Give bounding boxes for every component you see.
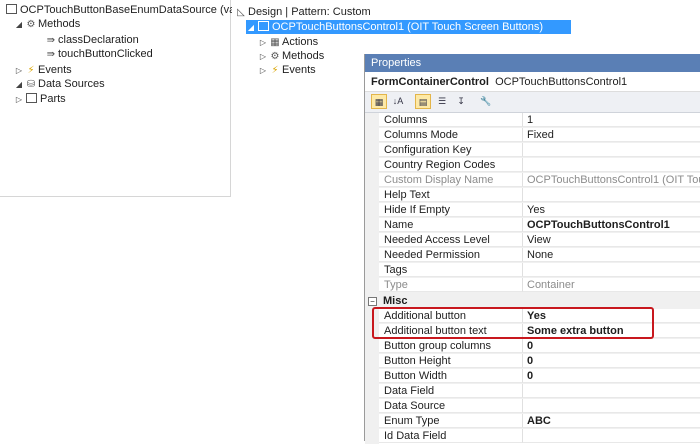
tree-node-design[interactable]: ◺ Design | Pattern: Custom xyxy=(234,5,371,19)
property-row[interactable]: Button group columns 0 xyxy=(365,339,700,354)
property-row[interactable]: Id Data Field xyxy=(365,429,700,444)
expanded-arrow-icon[interactable]: ◢ xyxy=(14,18,24,32)
data-source-tree: OCPTouchButtonBaseEnumDataSource (var) ◢… xyxy=(0,0,243,197)
parts-icon xyxy=(26,93,37,103)
tree-node-classdeclaration[interactable]: ⇛ classDeclaration xyxy=(44,33,139,47)
method-icon: ⇛ xyxy=(46,49,56,60)
property-row[interactable]: Configuration Key xyxy=(365,143,700,158)
property-row[interactable]: Tags xyxy=(365,263,700,278)
expanded-arrow-icon[interactable]: ◢ xyxy=(14,78,24,92)
tree-node-mid-events[interactable]: ▷ ⚡ Events xyxy=(258,63,316,77)
control-icon xyxy=(258,21,269,31)
property-row[interactable]: Name OCPTouchButtonsControl1 xyxy=(365,218,700,233)
actions-icon: ▦ xyxy=(270,37,280,48)
category-misc[interactable]: − Misc xyxy=(365,294,700,308)
categorized-icon[interactable]: ▦ xyxy=(371,94,387,109)
list-icon[interactable]: ☰ xyxy=(434,94,450,109)
database-icon: ⛁ xyxy=(26,79,36,90)
lightning-icon: ⚡ xyxy=(271,65,279,76)
tree-node-root[interactable]: OCPTouchButtonBaseEnumDataSource (var) xyxy=(4,3,243,17)
methods-icon: ⚙ xyxy=(26,19,36,30)
tree-node-methods[interactable]: ◢ ⚙ Methods xyxy=(14,17,80,31)
methods-icon: ⚙ xyxy=(270,51,280,62)
property-row[interactable]: Needed Permission None xyxy=(365,248,700,263)
sort-icon[interactable]: ↧ xyxy=(453,94,469,109)
properties-object-header: FormContainerControl OCPTouchButtonsCont… xyxy=(365,72,700,92)
property-row[interactable]: Hide If Empty Yes xyxy=(365,203,700,218)
expanded-arrow-icon[interactable]: ◢ xyxy=(246,21,256,35)
sort-alphabetical-icon[interactable]: ↓A xyxy=(390,94,406,109)
tree-node-events[interactable]: ▷ ⚡ Events xyxy=(14,63,72,77)
properties-view-icon[interactable]: ▤ xyxy=(415,94,431,109)
collapsed-arrow-icon[interactable]: ▷ xyxy=(258,50,268,64)
collapsed-arrow-icon[interactable]: ▷ xyxy=(258,64,268,78)
properties-toolbar: ▦ ↓A ▤ ☰ ↧ 🔧 xyxy=(365,92,700,113)
highlight-box xyxy=(372,307,654,339)
tree-node-touch-buttons-control[interactable]: ◢ OCPTouchButtonsControl1 (OIT Touch Scre… xyxy=(246,20,571,34)
property-row[interactable]: Button Width 0 xyxy=(365,369,700,384)
property-row[interactable]: Columns 1 xyxy=(365,113,700,128)
tree-node-actions[interactable]: ▷ ▦ Actions xyxy=(258,35,318,49)
property-row[interactable]: Columns Mode Fixed xyxy=(365,128,700,143)
collapsed-arrow-icon[interactable]: ▷ xyxy=(258,36,268,50)
tree-node-mid-methods[interactable]: ▷ ⚙ Methods xyxy=(258,49,324,63)
wrench-icon[interactable]: 🔧 xyxy=(478,94,494,109)
property-row[interactable]: Help Text xyxy=(365,188,700,203)
property-row[interactable]: Custom Display Name OCPTouchButtonsContro… xyxy=(365,173,700,188)
collapsed-arrow-icon[interactable]: ▷ xyxy=(14,93,24,107)
object-name: OCPTouchButtonsControl1 xyxy=(495,76,628,88)
property-row[interactable]: Country Region Codes xyxy=(365,158,700,173)
method-icon: ⇛ xyxy=(46,35,56,46)
tree-node-data-sources[interactable]: ◢ ⛁ Data Sources xyxy=(14,77,105,91)
property-row[interactable]: Data Source xyxy=(365,399,700,414)
design-icon: ◺ xyxy=(237,7,245,18)
collapsed-arrow-icon[interactable]: ▷ xyxy=(14,64,24,78)
property-row[interactable]: Type Container xyxy=(365,278,700,293)
property-row[interactable]: Needed Access Level View xyxy=(365,233,700,248)
properties-window: Properties FormContainerControl OCPTouch… xyxy=(364,54,700,444)
datasource-icon xyxy=(6,4,17,14)
tree-node-touchbuttonclicked[interactable]: ⇛ touchButtonClicked xyxy=(44,47,153,61)
property-row[interactable]: Enum Type ABC xyxy=(365,414,700,429)
object-type: FormContainerControl xyxy=(371,76,489,88)
property-row[interactable]: Data Field xyxy=(365,384,700,399)
property-row[interactable]: Button Height 0 xyxy=(365,354,700,369)
collapse-icon[interactable]: − xyxy=(368,297,377,306)
tree-node-parts[interactable]: ▷ Parts xyxy=(14,92,66,106)
lightning-icon: ⚡ xyxy=(27,65,35,76)
properties-title: Properties xyxy=(365,54,700,72)
